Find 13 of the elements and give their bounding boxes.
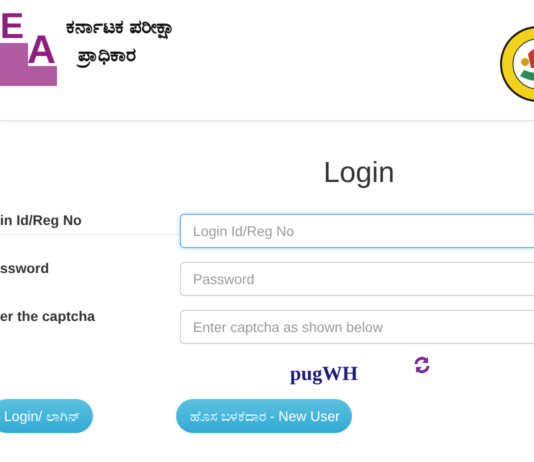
field-label: er the captcha	[0, 307, 96, 326]
refresh-icon[interactable]	[412, 355, 432, 375]
captcha-text: pugWH	[290, 363, 358, 386]
new-user-button[interactable]: ಹೊಸ ಬಳಕೆದಾರ - New User	[176, 399, 352, 433]
field-label: in Id/Reg No	[0, 207, 180, 235]
login-button[interactable]: Login/ ಲಾಗಿನ್	[0, 399, 94, 433]
input-field[interactable]: Enter captcha as shown below	[180, 310, 534, 344]
input-field[interactable]: Password	[180, 262, 534, 296]
organization-name: ಕರ್ನಾಟಕ ಪರೀಕ್ಷಾ	[66, 16, 176, 41]
field-label: ssword	[0, 259, 50, 278]
login-heading: Login	[322, 157, 396, 191]
input-field[interactable]: Login Id/Reg No	[180, 214, 534, 248]
organization-name: ಪ್ರಾಧಿಕಾರ	[78, 44, 137, 69]
